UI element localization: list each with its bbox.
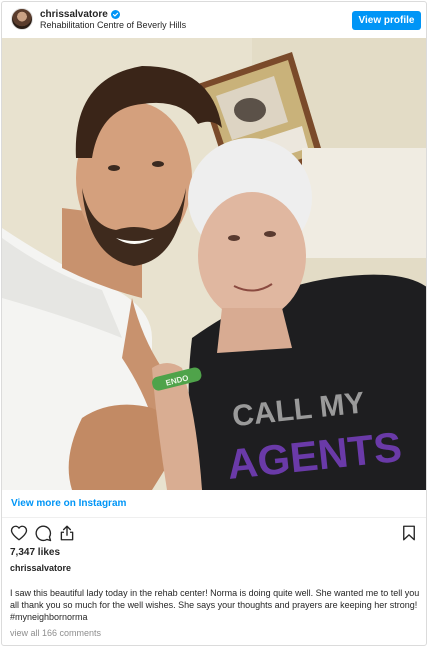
bookmark-icon[interactable] [400,524,418,542]
location-link[interactable]: Rehabilitation Centre of Beverly Hills [40,20,186,30]
woman-face [198,192,306,320]
caption-username[interactable]: chrissalvatore [10,563,71,573]
username-row: chrissalvatore [40,7,120,21]
view-profile-button[interactable]: View profile [352,11,421,30]
username[interactable]: chrissalvatore [40,9,108,20]
share-icon[interactable] [58,524,76,542]
action-bar [2,520,426,546]
view-more-row: View more on Instagram [2,490,426,518]
wall-paper [302,148,426,258]
instagram-embed-card: chrissalvatore Rehabilitation Centre of … [1,1,427,646]
heart-icon[interactable] [10,524,28,542]
post-photo[interactable]: ENDO CALL MY AGENTS [2,38,427,490]
verified-badge-icon [110,9,120,19]
likes-count[interactable]: 7,347 likes [10,547,60,558]
view-more-on-instagram-link[interactable]: View more on Instagram [11,498,126,509]
avatar[interactable] [11,8,33,30]
post-caption: I saw this beautiful lady today in the r… [10,588,420,622]
comment-icon[interactable] [34,524,52,542]
post-header: chrissalvatore Rehabilitation Centre of … [2,2,426,38]
view-all-comments-link[interactable]: view all 166 comments [10,628,101,638]
